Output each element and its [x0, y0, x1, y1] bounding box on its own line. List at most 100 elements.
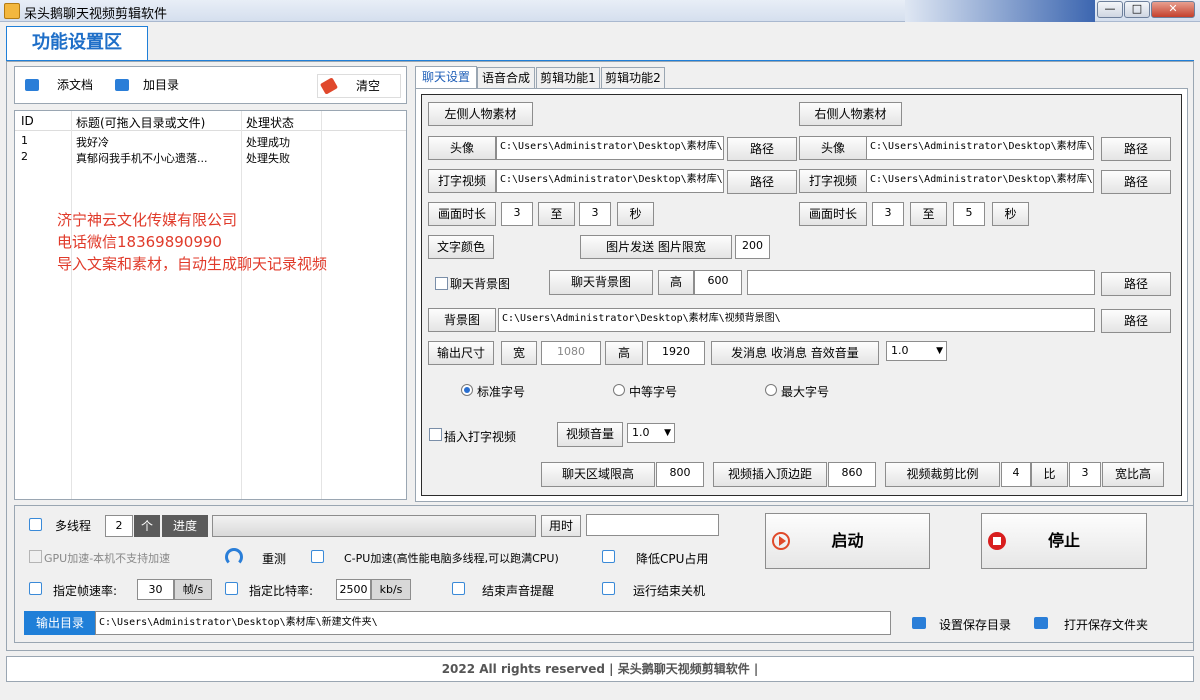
font-medium-radio[interactable]: [613, 384, 625, 396]
set-save-dir-button[interactable]: 设置保存目录: [908, 611, 1018, 635]
left-material-button[interactable]: 左侧人物素材: [428, 102, 533, 126]
minimize-button[interactable]: —: [1097, 1, 1123, 18]
right-material-button[interactable]: 右侧人物素材: [799, 102, 902, 126]
fps-checkbox[interactable]: [29, 582, 42, 595]
right-typing-browse-button[interactable]: 路径: [1101, 170, 1171, 194]
text-color-swatch[interactable]: [497, 235, 547, 259]
sound-volume-select[interactable]: 1.0 ▼: [886, 341, 947, 361]
file-list[interactable]: ID 标题(可拖入目录或文件) 处理状态 1 我好冷 处理成功 2 真郁闷我手机…: [14, 110, 407, 500]
tab-function-settings[interactable]: 功能设置区: [6, 26, 148, 60]
retest-label[interactable]: 重测: [262, 550, 286, 567]
tab-speech-synthesis[interactable]: 语音合成: [477, 67, 535, 88]
right-typing-path-input[interactable]: C:\Users\Administrator\Desktop\素材库\: [866, 169, 1094, 193]
column-status[interactable]: 处理状态: [246, 114, 294, 131]
bitrate-unit-label: kb/s: [371, 579, 411, 600]
promo-contact: 电话微信18369890990: [57, 233, 222, 251]
font-standard-radio[interactable]: [461, 384, 473, 396]
insert-typing-video-label: 插入打字视频: [444, 430, 517, 444]
right-duration-max-input[interactable]: 5: [953, 202, 985, 226]
end-sound-checkbox[interactable]: [452, 582, 465, 595]
background-path-input[interactable]: C:\Users\Administrator\Desktop\素材库\视频背景图…: [498, 308, 1095, 332]
clear-label: 清空: [356, 79, 381, 93]
insert-typing-video-checkbox[interactable]: [429, 428, 442, 441]
left-duration-min-input[interactable]: 3: [501, 202, 533, 226]
column-title[interactable]: 标题(可拖入目录或文件): [76, 114, 205, 131]
maximize-button[interactable]: □: [1124, 1, 1150, 18]
video-volume-value: 1.0: [632, 426, 650, 439]
open-save-dir-button[interactable]: 打开保存文件夹: [1030, 611, 1155, 635]
right-avatar-path-input[interactable]: C:\Users\Administrator\Desktop\素材库\: [866, 136, 1094, 160]
open-folder-icon: [1034, 617, 1048, 629]
add-document-button[interactable]: 添文档: [21, 74, 105, 98]
right-avatar-browse-button[interactable]: 路径: [1101, 137, 1171, 161]
chat-background-path-input[interactable]: [747, 270, 1095, 295]
gpu-checkbox[interactable]: [29, 550, 42, 563]
bitrate-checkbox[interactable]: [225, 582, 238, 595]
right-duration-label: 画面时长: [799, 202, 867, 226]
elapsed-label: 用时: [541, 515, 581, 537]
left-duration-max-input[interactable]: 3: [579, 202, 611, 226]
chat-background-check-label: 聊天背景图: [450, 277, 511, 291]
right-typing-video-button[interactable]: 打字视频: [799, 169, 867, 193]
left-avatar-browse-button[interactable]: 路径: [727, 137, 797, 161]
font-max-radio[interactable]: [765, 384, 777, 396]
crop-ratio-height-input[interactable]: 3: [1069, 462, 1101, 487]
gauge-icon[interactable]: [225, 548, 243, 566]
cpu-checkbox[interactable]: [311, 550, 324, 563]
fps-input[interactable]: 30: [137, 579, 174, 600]
output-size-label: 输出尺寸: [428, 341, 494, 365]
sound-volume-value: 1.0: [891, 344, 909, 357]
left-typing-path-input[interactable]: C:\Users\Administrator\Desktop\素材库\: [496, 169, 724, 193]
multithread-label: 多线程: [55, 519, 92, 533]
clear-button[interactable]: 清空: [317, 74, 401, 98]
chat-background-button[interactable]: 聊天背景图: [549, 270, 653, 295]
video-volume-select[interactable]: 1.0 ▼: [627, 423, 675, 443]
row-status: 处理失败: [246, 152, 290, 165]
left-avatar-button[interactable]: 头像: [428, 136, 496, 160]
tab-edit-1[interactable]: 剪辑功能1: [536, 67, 600, 88]
chat-background-checkbox[interactable]: [435, 277, 448, 290]
file-list-header: ID 标题(可拖入目录或文件) 处理状态: [15, 111, 406, 131]
right-duration-to-label: 至: [910, 202, 947, 226]
low-cpu-checkbox[interactable]: [602, 550, 615, 563]
left-typing-browse-button[interactable]: 路径: [727, 170, 797, 194]
left-typing-video-button[interactable]: 打字视频: [428, 169, 496, 193]
add-directory-button[interactable]: 加目录: [111, 74, 195, 98]
chat-background-height-input[interactable]: 600: [694, 270, 742, 295]
output-height-input[interactable]: 1920: [647, 341, 705, 365]
start-button[interactable]: 启动: [765, 513, 930, 569]
shutdown-checkbox[interactable]: [602, 582, 615, 595]
text-color-button[interactable]: 文字颜色: [428, 235, 494, 259]
close-button[interactable]: ✕: [1151, 1, 1195, 18]
right-duration-min-input[interactable]: 3: [872, 202, 904, 226]
video-top-margin-input[interactable]: 860: [828, 462, 876, 487]
chat-area-height-input[interactable]: 800: [656, 462, 704, 487]
thread-unit-label: 个: [134, 515, 160, 537]
broom-icon: [319, 77, 339, 95]
bitrate-input[interactable]: 2500: [336, 579, 371, 600]
background-browse-button[interactable]: 路径: [1101, 309, 1171, 333]
image-width-input[interactable]: 200: [735, 235, 770, 259]
chevron-down-icon: ▼: [664, 428, 671, 438]
chat-background-browse-button[interactable]: 路径: [1101, 272, 1171, 296]
thread-count-input[interactable]: 2: [105, 515, 133, 537]
stop-label: 停止: [1047, 531, 1080, 550]
left-avatar-path-input[interactable]: C:\Users\Administrator\Desktop\素材库\: [496, 136, 724, 160]
column-divider: [321, 111, 322, 499]
table-row[interactable]: 1 我好冷 处理成功: [15, 134, 406, 149]
table-row[interactable]: 2 真郁闷我手机不小心遗落... 处理失败: [15, 150, 406, 165]
multithread-checkbox[interactable]: [29, 518, 42, 531]
right-avatar-button[interactable]: 头像: [799, 136, 867, 160]
background-image-button[interactable]: 背景图: [428, 308, 496, 332]
row-status: 处理成功: [246, 136, 290, 149]
output-dir-input[interactable]: C:\Users\Administrator\Desktop\素材库\新建文件夹…: [95, 611, 891, 635]
output-dir-label: 输出目录: [24, 611, 96, 635]
title-bar: 呆头鹅聊天视频剪辑软件 — □ ✕: [0, 0, 1200, 22]
column-id[interactable]: ID: [21, 114, 34, 128]
stop-button[interactable]: 停止: [981, 513, 1147, 569]
crop-ratio-width-input[interactable]: 4: [1001, 462, 1031, 487]
output-width-input[interactable]: 1080: [541, 341, 601, 365]
tab-edit-2[interactable]: 剪辑功能2: [601, 67, 665, 88]
tab-chat-settings[interactable]: 聊天设置: [415, 66, 477, 89]
chat-area-height-label: 聊天区域限高: [541, 462, 655, 487]
